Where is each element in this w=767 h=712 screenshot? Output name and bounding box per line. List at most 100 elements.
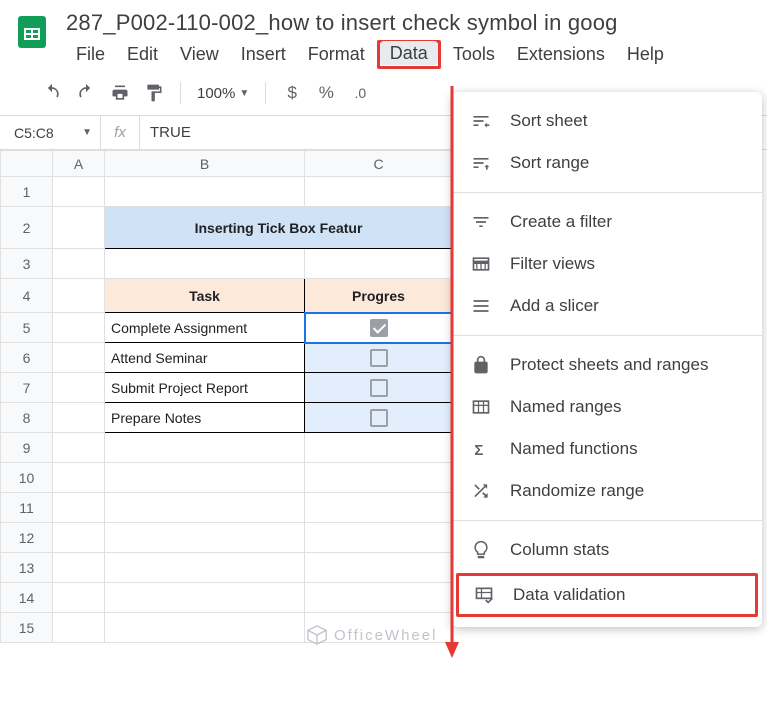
- cell-B9[interactable]: [105, 433, 305, 463]
- cell-B12[interactable]: [105, 523, 305, 553]
- cell-A10[interactable]: [53, 463, 105, 493]
- row-header-14[interactable]: 14: [1, 583, 53, 613]
- menu-item-format[interactable]: Format: [298, 40, 375, 69]
- cell-C11[interactable]: [305, 493, 453, 523]
- row-header-1[interactable]: 1: [1, 177, 53, 207]
- filter-views-icon: [470, 253, 492, 275]
- task-cell[interactable]: Complete Assignment: [105, 313, 305, 343]
- dropdown-item-add-a-slicer[interactable]: Add a slicer: [452, 285, 762, 327]
- menu-highlight-box: Data: [377, 40, 441, 69]
- select-all-corner[interactable]: [1, 151, 53, 177]
- cell-A4[interactable]: [53, 279, 105, 313]
- cell-A11[interactable]: [53, 493, 105, 523]
- cell-A7[interactable]: [53, 373, 105, 403]
- header-task[interactable]: Task: [105, 279, 305, 313]
- row-header-12[interactable]: 12: [1, 523, 53, 553]
- cell-B13[interactable]: [105, 553, 305, 583]
- column-header-C[interactable]: C: [305, 151, 453, 177]
- menu-item-file[interactable]: File: [66, 40, 115, 69]
- task-cell[interactable]: Prepare Notes: [105, 403, 305, 433]
- task-cell[interactable]: Attend Seminar: [105, 343, 305, 373]
- cell-C14[interactable]: [305, 583, 453, 613]
- dropdown-item-named-functions[interactable]: ΣNamed functions: [452, 428, 762, 470]
- row-header-8[interactable]: 8: [1, 403, 53, 433]
- row-header-6[interactable]: 6: [1, 343, 53, 373]
- cell-A12[interactable]: [53, 523, 105, 553]
- menu-item-edit[interactable]: Edit: [117, 40, 168, 69]
- percent-button[interactable]: %: [312, 79, 340, 107]
- row-header-5[interactable]: 5: [1, 313, 53, 343]
- row-header-11[interactable]: 11: [1, 493, 53, 523]
- name-box[interactable]: C5:C8▼: [0, 125, 100, 141]
- cell-B11[interactable]: [105, 493, 305, 523]
- dropdown-item-randomize-range[interactable]: Randomize range: [452, 470, 762, 512]
- cell-C12[interactable]: [305, 523, 453, 553]
- cell-A1[interactable]: [53, 177, 105, 207]
- sheet-title-cell[interactable]: Inserting Tick Box Featur: [105, 207, 453, 249]
- cell-A6[interactable]: [53, 343, 105, 373]
- dropdown-item-data-validation[interactable]: Data validation: [459, 576, 755, 614]
- row-header-7[interactable]: 7: [1, 373, 53, 403]
- cell-B10[interactable]: [105, 463, 305, 493]
- cell-A3[interactable]: [53, 249, 105, 279]
- redo-button[interactable]: [72, 79, 100, 107]
- row-header-15[interactable]: 15: [1, 613, 53, 643]
- progress-checkbox-cell[interactable]: [305, 313, 453, 343]
- zoom-dropdown[interactable]: 100% ▼: [193, 85, 253, 102]
- row-header-9[interactable]: 9: [1, 433, 53, 463]
- currency-button[interactable]: $: [278, 79, 306, 107]
- cell-A2[interactable]: [53, 207, 105, 249]
- paint-format-button[interactable]: [140, 79, 168, 107]
- dropdown-item-column-stats[interactable]: Column stats: [452, 529, 762, 571]
- cell-A9[interactable]: [53, 433, 105, 463]
- cell-A8[interactable]: [53, 403, 105, 433]
- dropdown-item-filter-views[interactable]: Filter views: [452, 243, 762, 285]
- dropdown-item-sort-sheet[interactable]: Sort sheet: [452, 100, 762, 142]
- progress-checkbox-cell[interactable]: [305, 403, 453, 433]
- print-button[interactable]: [106, 79, 134, 107]
- cell-C9[interactable]: [305, 433, 453, 463]
- menu-item-extensions[interactable]: Extensions: [507, 40, 615, 69]
- header-progress[interactable]: Progres: [305, 279, 453, 313]
- menu-item-view[interactable]: View: [170, 40, 229, 69]
- dropdown-item-sort-range[interactable]: Sort range: [452, 142, 762, 184]
- cell-A15[interactable]: [53, 613, 105, 643]
- row-header-2[interactable]: 2: [1, 207, 53, 249]
- progress-checkbox-cell[interactable]: [305, 373, 453, 403]
- cell-B15[interactable]: [105, 613, 305, 643]
- cell-C3[interactable]: [305, 249, 453, 279]
- decimal-button[interactable]: .0: [346, 79, 374, 107]
- cell-B14[interactable]: [105, 583, 305, 613]
- checkbox-icon[interactable]: [370, 379, 388, 397]
- row-header-10[interactable]: 10: [1, 463, 53, 493]
- row-header-3[interactable]: 3: [1, 249, 53, 279]
- task-cell[interactable]: Submit Project Report: [105, 373, 305, 403]
- cell-B3[interactable]: [105, 249, 305, 279]
- checkbox-icon[interactable]: [370, 319, 388, 337]
- checkbox-icon[interactable]: [370, 409, 388, 427]
- column-header-B[interactable]: B: [105, 151, 305, 177]
- cell-A13[interactable]: [53, 553, 105, 583]
- cell-A14[interactable]: [53, 583, 105, 613]
- row-header-13[interactable]: 13: [1, 553, 53, 583]
- cell-C13[interactable]: [305, 553, 453, 583]
- document-title[interactable]: 287_P002-110-002_how to insert check sym…: [66, 8, 755, 36]
- menu-item-insert[interactable]: Insert: [231, 40, 296, 69]
- menu-item-tools[interactable]: Tools: [443, 40, 505, 69]
- dropdown-item-protect-sheets-and-ranges[interactable]: Protect sheets and ranges: [452, 344, 762, 386]
- undo-button[interactable]: [38, 79, 66, 107]
- cell-A5[interactable]: [53, 313, 105, 343]
- menu-item-data[interactable]: Data: [380, 41, 438, 65]
- checkbox-icon[interactable]: [370, 349, 388, 367]
- menu-item-help[interactable]: Help: [617, 40, 674, 69]
- dropdown-item-create-a-filter[interactable]: Create a filter: [452, 201, 762, 243]
- progress-checkbox-cell[interactable]: [305, 343, 453, 373]
- cell-B1[interactable]: [105, 177, 305, 207]
- column-header-A[interactable]: A: [53, 151, 105, 177]
- toolbar-divider: [265, 82, 266, 104]
- cell-C1[interactable]: [305, 177, 453, 207]
- sheets-logo[interactable]: [12, 12, 52, 52]
- cell-C10[interactable]: [305, 463, 453, 493]
- row-header-4[interactable]: 4: [1, 279, 53, 313]
- dropdown-item-named-ranges[interactable]: Named ranges: [452, 386, 762, 428]
